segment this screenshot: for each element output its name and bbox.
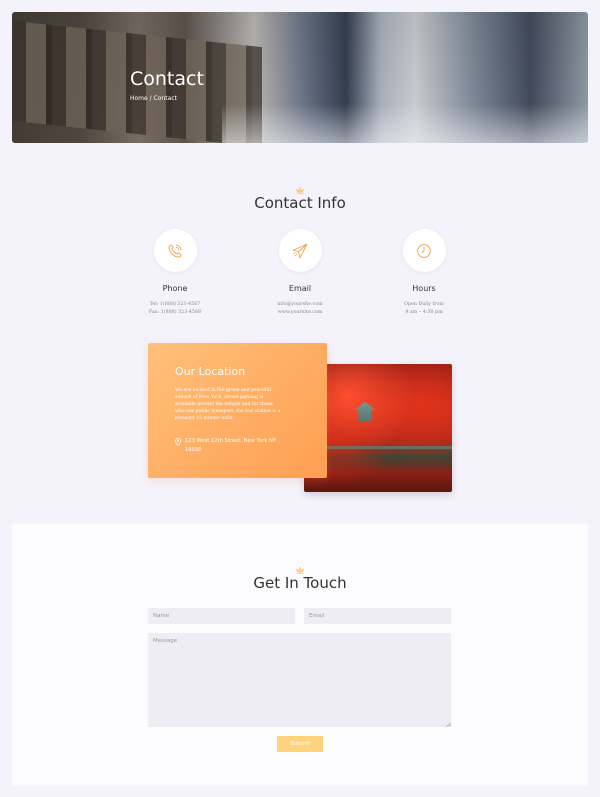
email-label: Email	[288, 284, 312, 293]
hero-banner: Contact Home / Contact	[12, 12, 588, 143]
hero-snow-overlay	[222, 104, 588, 143]
email-input[interactable]	[304, 608, 451, 624]
get-in-touch-title: Get In Touch	[253, 574, 347, 592]
lotus-icon	[296, 566, 304, 574]
pagoda-shape	[354, 402, 376, 422]
location-card: Our Location We are located in the green…	[148, 343, 327, 478]
contact-info-title: Contact Info	[254, 194, 346, 212]
phone-icon	[168, 244, 182, 257]
email-icon-circle	[278, 229, 322, 272]
hours-label: Hours	[412, 284, 436, 293]
location-address-text: 123 West 12th Street, New York NY 19030	[185, 438, 277, 453]
location-description: We are located in the green and peaceful…	[175, 388, 281, 422]
contact-email: Email info@yoursite.com www.yoursite.com	[240, 229, 360, 316]
contact-phone: Phone Tel: 1(888) 323-4567 Fax: 1(888) 3…	[115, 229, 235, 316]
clock-icon	[417, 243, 431, 258]
page-title: Contact	[130, 68, 204, 90]
website-link[interactable]: www.yoursite.com	[240, 309, 360, 317]
hours-line-1: Open Daily from	[404, 302, 444, 307]
location-address: 123 West 12th Street, New York NY 19030	[175, 437, 285, 455]
submit-button[interactable]: Submit	[277, 736, 323, 752]
map-pin-icon	[175, 438, 181, 446]
textarea-resize-handle[interactable]	[446, 722, 451, 727]
phone-tel[interactable]: Tel: 1(888) 323-4567	[115, 301, 235, 309]
message-textarea[interactable]	[148, 633, 451, 727]
phone-label: Phone	[162, 284, 188, 293]
contact-hours: Hours Open Daily from 9 am – 4:30 pm	[364, 229, 484, 316]
lotus-icon	[296, 186, 304, 194]
location-title: Our Location	[175, 365, 246, 378]
phone-icon-circle	[153, 229, 197, 272]
breadcrumb[interactable]: Home / Contact	[130, 95, 177, 102]
name-input[interactable]	[148, 608, 295, 624]
clock-icon-circle	[402, 229, 446, 272]
hours-line-2: 9 am – 4:30 pm	[405, 309, 443, 315]
paper-plane-icon	[292, 243, 308, 258]
email-address[interactable]: info@yoursite.com	[240, 301, 360, 309]
phone-fax: Fax: 1(888) 323-4568	[148, 309, 202, 315]
